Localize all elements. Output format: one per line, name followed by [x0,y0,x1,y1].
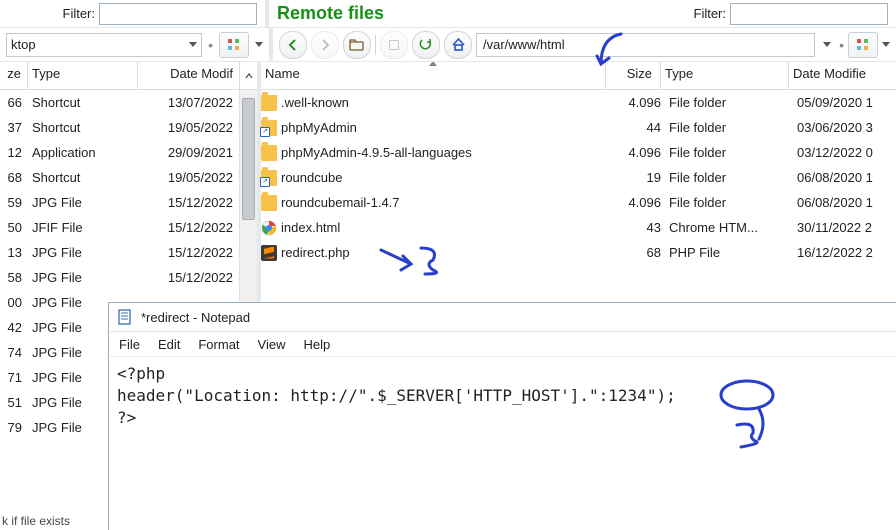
menu-edit[interactable]: Edit [158,337,180,352]
remote-toolbar: /var/www/html • [273,28,896,62]
remote-path-text: /var/www/html [483,37,565,52]
local-path-select[interactable]: ktop [6,33,202,57]
table-row[interactable]: 37Shortcut19/05/2022 [0,115,239,140]
remote-title-bar: Remote files Filter: [269,0,896,28]
folder-icon [261,195,277,211]
home-button[interactable] [444,31,472,59]
forward-button[interactable] [311,31,339,59]
status-text: k if file exists [2,514,70,528]
table-row[interactable]: 68Shortcut19/05/2022 [0,165,239,190]
bullet-icon: • [208,37,213,53]
remote-files-heading: Remote files [277,3,384,24]
col-name[interactable]: Name [261,62,606,89]
notepad-app-icon [117,309,133,325]
back-button[interactable] [279,31,307,59]
grid-icon [227,38,241,52]
local-path-text: ktop [11,37,36,52]
table-row[interactable]: 66Shortcut13/07/2022 [0,90,239,115]
table-row[interactable]: phpMyAdmin-4.9.5-all-languages4.096File … [261,140,896,165]
scroll-up-icon[interactable] [239,62,257,89]
folder-shortcut-icon: ↗ [261,170,277,186]
table-row[interactable]: 50JFIF File15/12/2022 [0,215,239,240]
col-type[interactable]: Type [661,62,789,89]
stop-button[interactable] [380,31,408,59]
filter-label: Filter: [694,6,727,21]
table-row[interactable]: index.html43Chrome HTM...30/11/2022 2 [261,215,896,240]
chevron-down-icon [255,42,263,47]
table-row[interactable]: roundcubemail-1.4.74.096File folder06/08… [261,190,896,215]
chrome-icon [261,220,277,236]
table-row[interactable]: ↗roundcube19File folder06/08/2020 1 [261,165,896,190]
table-row[interactable]: .well-known4.096File folder05/09/2020 1 [261,90,896,115]
col-size[interactable]: ze [0,62,28,89]
table-row[interactable]: 13JPG File15/12/2022 [0,240,239,265]
scrollbar-thumb[interactable] [242,98,255,220]
menu-format[interactable]: Format [198,337,239,352]
view-grid-button[interactable] [219,32,249,58]
local-header-row: ze Type Date Modif [0,62,257,90]
sort-asc-icon [429,62,437,66]
arrow-left-icon [286,38,300,52]
sublime-icon [261,245,277,261]
menu-file[interactable]: File [119,337,140,352]
notepad-window: *redirect - Notepad File Edit Format View He… [108,302,896,530]
chevron-down-icon [882,42,890,47]
remote-path-input[interactable]: /var/www/html [476,33,815,57]
col-type[interactable]: Type [28,62,138,89]
folder-icon [261,95,277,111]
stop-icon [389,40,399,50]
table-row[interactable]: 59JPG File15/12/2022 [0,190,239,215]
view-grid-button[interactable] [848,32,878,58]
remote-file-list[interactable]: .well-known4.096File folder05/09/2020 1↗… [261,90,896,265]
open-folder-button[interactable] [343,31,371,59]
refresh-button[interactable] [412,31,440,59]
local-filter-bar: Filter: [0,0,269,28]
folder-shortcut-icon: ↗ [261,120,277,136]
arrow-right-icon [318,38,332,52]
remote-header-row: Name Size Type Date Modifie [261,62,896,90]
filter-label: Filter: [63,6,96,21]
table-row[interactable]: redirect.php68PHP File16/12/2022 2 [261,240,896,265]
chevron-down-icon [823,42,831,47]
chevron-down-icon [189,42,197,47]
col-date[interactable]: Date Modif [138,62,239,89]
local-path-bar: ktop • [0,28,273,62]
col-date[interactable]: Date Modifie [789,62,896,89]
grid-icon [856,38,870,52]
bullet-icon: • [839,37,844,53]
notepad-title: *redirect - Notepad [141,310,250,325]
menu-view[interactable]: View [258,337,286,352]
refresh-icon [418,37,434,53]
home-icon [451,37,466,52]
notepad-titlebar[interactable]: *redirect - Notepad [109,303,896,332]
table-row[interactable]: 58JPG File15/12/2022 [0,265,239,290]
folder-icon [261,145,277,161]
table-row[interactable]: ↗phpMyAdmin44File folder03/06/2020 3 [261,115,896,140]
col-size[interactable]: Size [606,62,661,89]
local-filter-input[interactable] [99,3,257,25]
notepad-editor[interactable]: <?php header("Location: http://".$_SERVE… [109,357,896,435]
remote-filter-input[interactable] [730,3,888,25]
table-row[interactable]: 12Application29/09/2021 [0,140,239,165]
menu-help[interactable]: Help [303,337,330,352]
notepad-menubar: File Edit Format View Help [109,332,896,357]
folder-open-icon [349,38,365,52]
